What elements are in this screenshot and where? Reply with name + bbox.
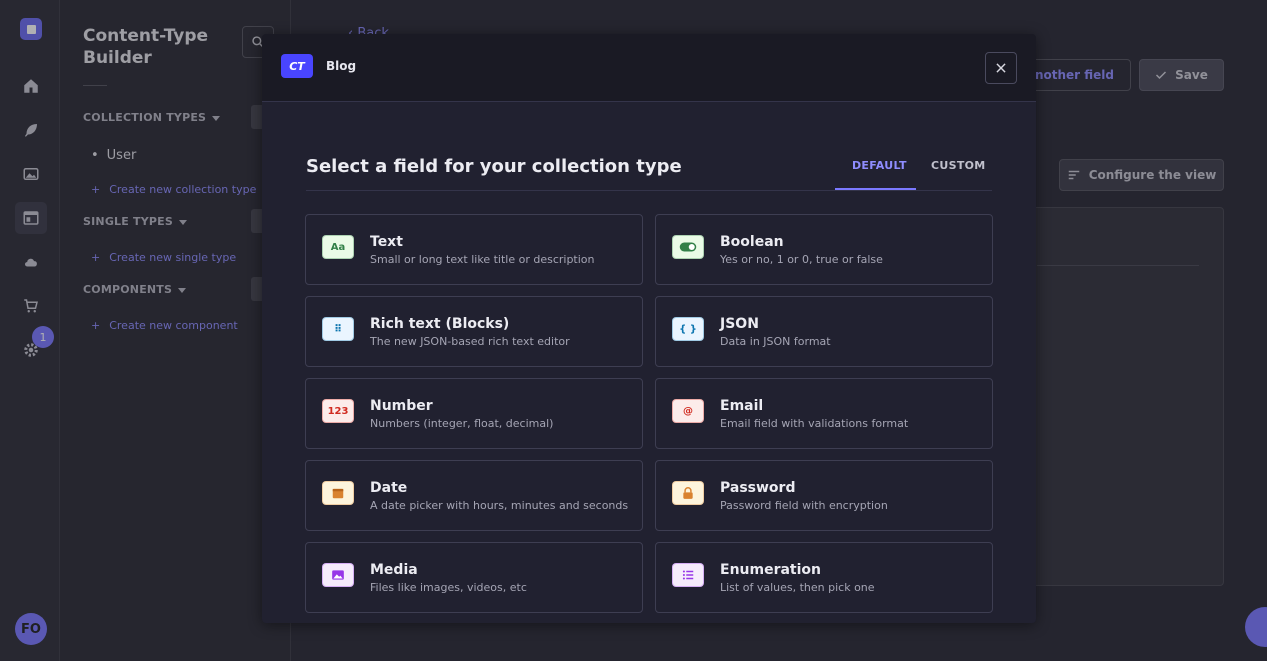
field-card-name: Enumeration	[720, 562, 822, 578]
modal-header: CT Blog	[262, 34, 1036, 102]
field-card-date[interactable]: Date A date picker with hours, minutes an…	[305, 460, 643, 531]
field-card-name: Media	[370, 562, 418, 578]
close-icon	[996, 63, 1006, 73]
close-button[interactable]	[985, 52, 1017, 84]
field-card-name: Rich text (Blocks)	[370, 316, 510, 332]
field-card-description: Yes or no, 1 or 0, true or false	[720, 253, 883, 266]
field-card-json[interactable]: { } JSON Data in JSON format	[655, 296, 993, 367]
field-card-name: Boolean	[720, 234, 784, 250]
calendar-icon	[322, 481, 354, 505]
list-icon	[672, 563, 704, 587]
ct-badge: CT	[281, 54, 313, 78]
field-card-name: Date	[370, 480, 408, 496]
field-card-name: Text	[370, 234, 403, 250]
active-tab-indicator	[835, 188, 916, 190]
text-icon: Aa	[322, 235, 354, 259]
field-card-description: List of values, then pick one	[720, 581, 875, 594]
blocks-icon: ⠿	[322, 317, 354, 341]
field-card-number[interactable]: 123 Number Numbers (integer, float, decima…	[305, 378, 643, 449]
select-field-modal: CT Blog Select a field for your collecti…	[262, 34, 1036, 623]
field-card-boolean[interactable]: Boolean Yes or no, 1 or 0, true or false	[655, 214, 993, 285]
modal-title: Select a field for your collection type	[306, 156, 682, 177]
field-card-description: Email field with validations format	[720, 417, 909, 430]
tab-default[interactable]: DEFAULT	[852, 159, 907, 172]
field-card-description: Files like images, videos, etc	[370, 581, 527, 594]
field-card-enumeration[interactable]: Enumeration List of values, then pick one	[655, 542, 993, 613]
field-card-media[interactable]: Media Files like images, videos, etc	[305, 542, 643, 613]
field-card-description: Small or long text like title or descrip…	[370, 253, 595, 266]
field-card-text[interactable]: Aa Text Small or long text like title or d…	[305, 214, 643, 285]
tabs-divider	[306, 190, 992, 191]
field-card-email[interactable]: @ Email Email field with validations forma…	[655, 378, 993, 449]
field-card-name: Email	[720, 398, 764, 414]
field-card-description: A date picker with hours, minutes and se…	[370, 499, 629, 512]
field-card-name: JSON	[720, 316, 759, 332]
toggle-icon	[672, 235, 704, 259]
number-icon: 123	[322, 399, 354, 423]
lock-icon	[672, 481, 704, 505]
json-icon: { }	[672, 317, 704, 341]
field-card-name: Password	[720, 480, 796, 496]
field-card-description: Numbers (integer, float, decimal)	[370, 417, 554, 430]
field-card-rich-text-blocks[interactable]: ⠿ Rich text (Blocks) The new JSON-based ri…	[305, 296, 643, 367]
field-card-description: Data in JSON format	[720, 335, 831, 348]
modal-type-name: Blog	[326, 59, 357, 73]
image-icon	[322, 563, 354, 587]
email-icon: @	[672, 399, 704, 423]
field-card-password[interactable]: Password Password field with encryption	[655, 460, 993, 531]
field-card-description: Password field with encryption	[720, 499, 888, 512]
tab-custom[interactable]: CUSTOM	[931, 159, 986, 172]
field-card-name: Number	[370, 398, 433, 414]
field-card-description: The new JSON-based rich text editor	[370, 335, 570, 348]
